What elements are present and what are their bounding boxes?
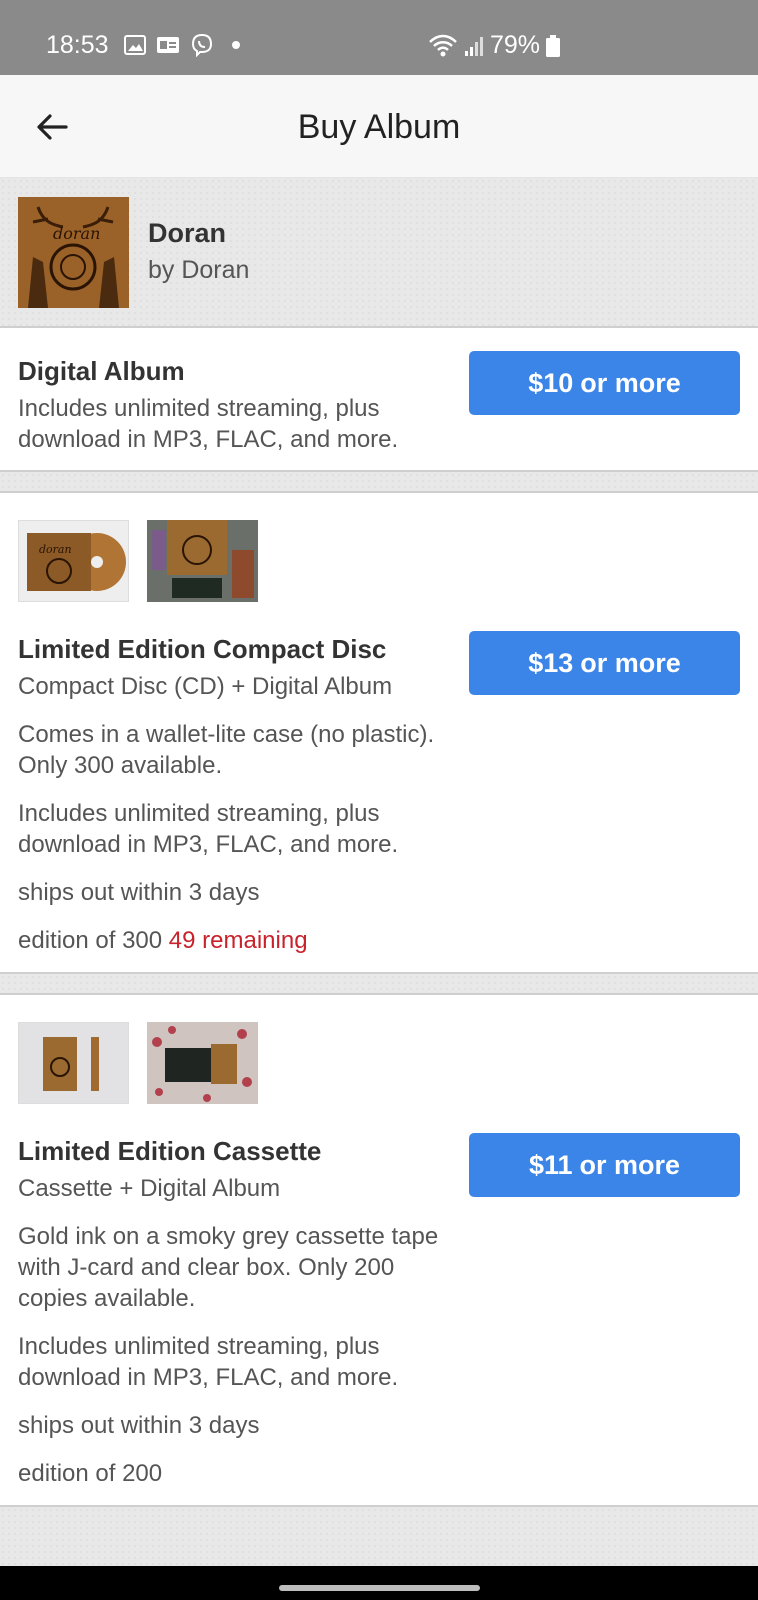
price-suffix: or more <box>580 647 681 678</box>
edition-size: edition of 300 <box>18 927 163 954</box>
notification-icons <box>124 33 240 57</box>
item-description: Includes unlimited streaming, plus downl… <box>18 395 399 453</box>
battery-icon <box>546 34 561 57</box>
item-title: Digital Album <box>18 356 185 386</box>
cd-thumbnail-1[interactable]: doran <box>18 520 129 602</box>
section-divider <box>0 1507 758 1567</box>
cd-thumbnail-2[interactable] <box>147 520 258 602</box>
digital-album-card: Digital Album Includes unlimited streami… <box>0 328 758 472</box>
status-bar: 18:53 79% <box>0 0 758 75</box>
cassette-card: Limited Edition Cassette Cassette + Digi… <box>0 995 758 1507</box>
svg-text:doran: doran <box>39 543 72 556</box>
buy-cassette-button[interactable]: $11 or more <box>469 1133 740 1197</box>
item-title: Limited Edition Cassette <box>18 1136 322 1166</box>
page-title: Buy Album <box>297 108 461 146</box>
price-amount: $13 <box>528 647 574 678</box>
id-card-icon <box>157 37 179 53</box>
svg-text:doran: doran <box>53 224 100 243</box>
wifi-icon <box>429 34 457 56</box>
album-header: doran Doran by Doran <box>0 178 758 328</box>
price-suffix: or more <box>580 367 681 398</box>
system-nav-bar <box>0 1566 758 1600</box>
shipping-info: ships out within 3 days <box>18 1412 260 1439</box>
viber-icon <box>191 33 213 57</box>
item-detail: Gold ink on a smoky grey cassette tape w… <box>18 1223 439 1312</box>
dot-icon <box>232 41 240 49</box>
cd-card: doran Limited Edition Compact Disc Compa… <box>0 493 758 974</box>
item-subtitle: Compact Disc (CD) + Digital Album <box>18 673 393 700</box>
album-title: Doran <box>148 218 227 248</box>
section-divider <box>0 472 758 493</box>
price-suffix: or more <box>579 1149 681 1180</box>
item-detail: Includes unlimited streaming, plus downl… <box>18 800 399 858</box>
battery-level: 79% <box>490 31 541 59</box>
system-icons: 79% <box>428 31 561 60</box>
price-amount: $11 <box>528 1149 573 1180</box>
buy-cd-button[interactable]: $13 or more <box>469 631 740 695</box>
album-cover[interactable]: doran <box>18 197 129 308</box>
shipping-info: ships out within 3 days <box>18 879 260 906</box>
signal-icon <box>465 36 483 56</box>
home-gesture-handle[interactable] <box>279 1585 480 1591</box>
remaining-count: 49 remaining <box>168 927 308 954</box>
item-subtitle: Cassette + Digital Album <box>18 1175 281 1202</box>
cassette-thumbnail-1[interactable] <box>18 1022 129 1104</box>
price-amount: $10 <box>528 367 574 398</box>
app-bar: Buy Album <box>0 75 758 178</box>
item-detail: Includes unlimited streaming, plus downl… <box>18 1333 399 1391</box>
item-detail: Comes in a wallet-lite case (no plastic)… <box>18 721 435 779</box>
buy-digital-button[interactable]: $10 or more <box>469 351 740 415</box>
edition-info: edition of 300 49 remaining <box>18 925 450 956</box>
section-divider <box>0 974 758 995</box>
album-artist: by Doran <box>148 256 250 284</box>
status-time: 18:53 <box>46 31 109 59</box>
cassette-thumbnail-2[interactable] <box>147 1022 258 1104</box>
edition-info: edition of 200 <box>18 1460 163 1487</box>
item-title: Limited Edition Compact Disc <box>18 634 387 664</box>
image-icon <box>124 35 146 55</box>
